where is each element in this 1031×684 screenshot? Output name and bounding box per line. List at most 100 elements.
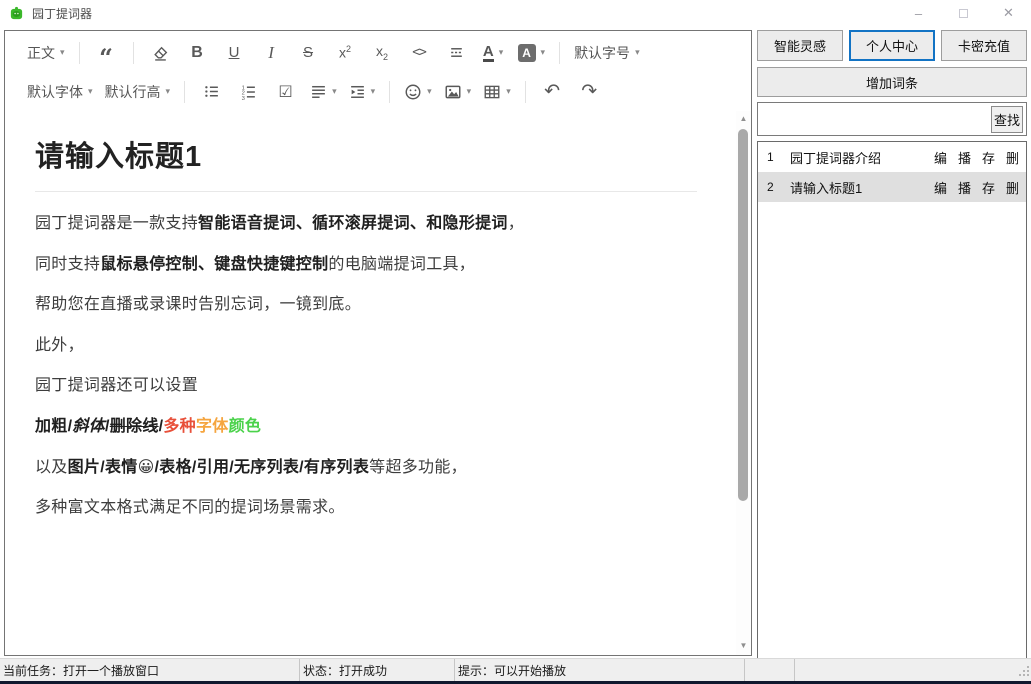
text-segment: 园丁提词器还可以设置: [35, 377, 198, 394]
toolbar-separator: [525, 81, 526, 103]
italic-button[interactable]: I: [253, 37, 290, 69]
entry-edit-button[interactable]: 编: [934, 178, 947, 197]
entry-play-button[interactable]: 播: [958, 178, 971, 197]
editor-paragraph[interactable]: 园丁提词器是一款支持智能语音提词、循环滚屏提词、和隐形提词，: [35, 215, 697, 233]
code-button[interactable]: <>: [401, 37, 438, 69]
divider-button[interactable]: [438, 37, 475, 69]
status-bar: 当前任务：打开一个播放窗口 状态：打开成功 提示：可以开始播放: [0, 658, 1031, 681]
editor-paragraph[interactable]: 园丁提词器还可以设置: [35, 377, 697, 395]
window-controls: – ✕: [896, 0, 1031, 26]
text-segment: /表格/引用/无序列表/有序列表: [155, 459, 370, 476]
text-segment: 鼠标悬停控制、键盘快捷键控制: [100, 256, 328, 273]
text-segment: 园丁提词器是一款支持: [35, 215, 198, 232]
paragraph-style-dropdown[interactable]: 正文▾: [21, 37, 71, 69]
indent-dropdown[interactable]: ▾: [343, 76, 382, 108]
editor-paragraph[interactable]: 此外，: [35, 337, 697, 355]
entry-title[interactable]: 请输入标题1: [780, 178, 934, 197]
font-color-dropdown[interactable]: A▾: [475, 37, 512, 69]
toolbar-separator: [133, 42, 134, 64]
editor-paragraph[interactable]: 帮助您在直播或录课时告别忘词，一镜到底。: [35, 296, 697, 314]
maximize-button[interactable]: [941, 0, 986, 26]
editor-paragraph[interactable]: 以及图片/表情😀/表格/引用/无序列表/有序列表等超多功能，: [35, 459, 697, 477]
bullet-list-icon: [203, 83, 220, 100]
todo-list-icon: ☑: [278, 82, 292, 102]
entry-delete-button[interactable]: 删: [1006, 148, 1019, 167]
align-dropdown[interactable]: ▾: [304, 76, 343, 108]
editor-paragraph[interactable]: 同时支持鼠标悬停控制、键盘快捷键控制的电脑端提词工具，: [35, 256, 697, 274]
entry-save-button[interactable]: 存: [982, 178, 995, 197]
resize-grip[interactable]: [1019, 666, 1029, 676]
strikethrough-button[interactable]: S: [290, 37, 327, 69]
table-dropdown[interactable]: ▾: [477, 76, 517, 108]
chevron-down-icon: ▾: [541, 48, 546, 57]
editor-content[interactable]: 请输入标题1 园丁提词器是一款支持智能语音提词、循环滚屏提词、和隐形提词， 同时支…: [5, 111, 737, 655]
card-recharge-button[interactable]: 卡密充值: [941, 30, 1027, 61]
chevron-down-icon: ▾: [635, 48, 640, 57]
editor-scrollbar[interactable]: ▲ ▼: [736, 111, 751, 655]
font-size-dropdown[interactable]: 默认字号▾: [568, 37, 646, 69]
search-input[interactable]: [758, 105, 991, 133]
find-button[interactable]: 查找: [991, 106, 1023, 133]
bg-color-dropdown[interactable]: A▾: [512, 37, 552, 69]
blockquote-button[interactable]: “: [88, 37, 125, 69]
bg-color-icon: A: [518, 44, 536, 62]
toolbar-separator: [389, 81, 390, 103]
search-bar: 查找: [757, 102, 1027, 136]
entry-row[interactable]: 1园丁提词器介绍编播存删: [758, 142, 1026, 172]
minimize-button[interactable]: –: [896, 0, 941, 26]
text-segment: 等超多功能，: [369, 459, 467, 476]
text-segment: 删除线: [110, 418, 159, 435]
personal-center-button[interactable]: 个人中心: [849, 30, 935, 61]
entry-edit-button[interactable]: 编: [934, 148, 947, 167]
scroll-down-arrow-icon[interactable]: ▼: [736, 638, 751, 653]
status-current-task: 当前任务：打开一个播放窗口: [0, 659, 300, 681]
editor-paragraph[interactable]: 多种富文本格式满足不同的提词场景需求。: [35, 499, 697, 517]
undo-button[interactable]: ↶: [534, 76, 571, 108]
editor-panel: 正文▾ “ B U I S x2 x2 <> A▾: [4, 30, 752, 656]
chevron-down-icon: ▾: [371, 87, 376, 96]
add-entry-button[interactable]: 增加词条: [757, 67, 1027, 97]
toolbar-separator: [559, 42, 560, 64]
document-title[interactable]: 请输入标题1: [35, 133, 697, 175]
entry-title[interactable]: 园丁提词器介绍: [780, 148, 934, 167]
font-family-dropdown[interactable]: 默认字体▾: [21, 76, 99, 108]
editor-paragraph[interactable]: 加粗/斜体/删除线/多种字体颜色: [35, 418, 697, 436]
text-segment: 加粗: [35, 418, 68, 435]
image-dropdown[interactable]: ▾: [438, 76, 478, 108]
text-segment: 同时支持: [35, 256, 100, 273]
chevron-down-icon: ▾: [499, 48, 504, 57]
close-button[interactable]: ✕: [986, 0, 1031, 26]
entry-play-button[interactable]: 播: [958, 148, 971, 167]
ordered-list-icon: 1 2 3: [240, 83, 257, 100]
ordered-list-button[interactable]: 1 2 3: [230, 76, 267, 108]
toolbar-separator: [184, 81, 185, 103]
chevron-down-icon: ▾: [427, 87, 432, 96]
scroll-up-arrow-icon[interactable]: ▲: [736, 111, 751, 126]
subscript-button[interactable]: x2: [364, 37, 401, 69]
emoji-icon: [404, 83, 422, 101]
undo-icon: ↶: [544, 80, 560, 103]
todo-list-button[interactable]: ☑: [267, 76, 304, 108]
sidebar: 智能灵感 个人中心 卡密充值 增加词条 查找 1园丁提词器介绍编播存删2请输入标…: [757, 30, 1027, 656]
entry-actions: 编播存删: [934, 148, 1026, 167]
redo-icon: ↷: [581, 80, 597, 103]
chevron-down-icon: ▾: [332, 87, 337, 96]
bold-button[interactable]: B: [179, 37, 216, 69]
smart-inspiration-button[interactable]: 智能灵感: [757, 30, 843, 61]
scrollbar-thumb[interactable]: [738, 129, 748, 501]
line-height-dropdown[interactable]: 默认行高▾: [99, 76, 177, 108]
entry-row[interactable]: 2请输入标题1编播存删: [758, 172, 1026, 202]
align-icon: [310, 83, 327, 100]
bullet-list-button[interactable]: [193, 76, 230, 108]
status-empty-2: [795, 659, 1031, 681]
superscript-button[interactable]: x2: [327, 37, 364, 69]
redo-button[interactable]: ↷: [571, 76, 608, 108]
entry-delete-button[interactable]: 删: [1006, 178, 1019, 197]
underline-button[interactable]: U: [216, 37, 253, 69]
title-divider: [35, 191, 697, 192]
sidebar-top-buttons: 智能灵感 个人中心 卡密充值: [757, 30, 1027, 61]
emoji-dropdown[interactable]: ▾: [398, 76, 438, 108]
text-segment: 以及: [35, 459, 68, 476]
clear-format-button[interactable]: [142, 37, 179, 69]
entry-save-button[interactable]: 存: [982, 148, 995, 167]
